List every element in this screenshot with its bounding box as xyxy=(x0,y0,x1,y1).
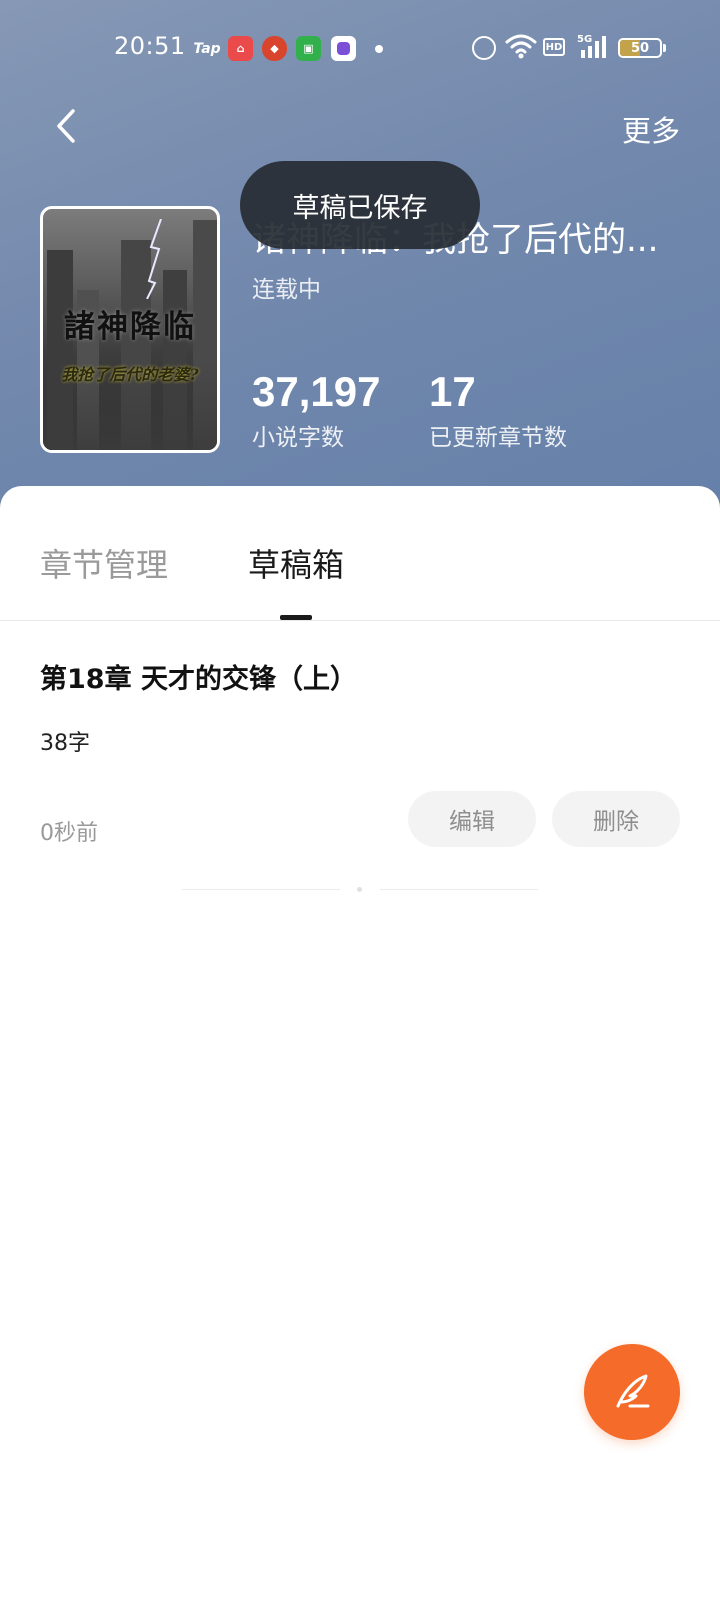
tab-drafts[interactable]: 草稿箱 xyxy=(248,540,344,586)
book-status: 连载中 xyxy=(252,277,321,303)
network-type-label: 5G xyxy=(577,34,592,45)
chapter-count-value: 17 xyxy=(429,368,476,415)
cover-title: 諸神降临 xyxy=(64,309,196,345)
alarm-icon xyxy=(472,36,496,60)
lightning-icon xyxy=(146,219,162,299)
write-chapter-button[interactable] xyxy=(584,1344,680,1440)
chevron-left-icon xyxy=(57,109,75,143)
word-count-stat: 37,197 小说字数 xyxy=(252,368,380,452)
tap-app-icon: Tap xyxy=(193,40,221,57)
battery-cap xyxy=(663,44,666,52)
notification-app-icon: ▣ xyxy=(296,36,321,61)
cover-subtitle: 我抢了后代的老婆? xyxy=(61,365,199,384)
notification-app-icon: ⌂ xyxy=(228,36,253,61)
draft-saved-time: 0秒前 xyxy=(40,821,98,846)
list-end-divider xyxy=(182,889,340,890)
more-notifications-dot-icon xyxy=(375,45,383,53)
book-header: 20:51 Tap ⌂ ◆ ▣ HD 5G 50 更多 諸神降临 我抢了后代的老… xyxy=(0,0,720,520)
more-button[interactable]: 更多 xyxy=(622,108,680,150)
status-time: 20:51 xyxy=(114,32,186,60)
back-button[interactable] xyxy=(44,104,88,148)
chapter-count-stat: 17 已更新章节数 xyxy=(429,368,567,452)
hd-voice-icon: HD xyxy=(543,38,565,56)
draft-word-count: 38字 xyxy=(40,731,90,756)
quill-pen-icon xyxy=(616,1374,650,1408)
signal-icon: 5G xyxy=(577,32,611,66)
list-end-divider xyxy=(380,889,538,890)
wifi-icon xyxy=(505,32,537,64)
toast-draft-saved: 草稿已保存 xyxy=(240,161,480,249)
chapter-count-label: 已更新章节数 xyxy=(429,425,567,451)
status-bar: 20:51 Tap ⌂ ◆ ▣ HD 5G 50 xyxy=(0,28,720,68)
content-panel: 章节管理 草稿箱 第18章 天才的交锋（上） 38字 0秒前 编辑 删除 xyxy=(0,486,720,1608)
delete-button[interactable]: 删除 xyxy=(552,791,680,847)
list-end-dot xyxy=(357,887,362,892)
word-count-value: 37,197 xyxy=(252,368,381,415)
draft-title: 第18章 天才的交锋（上） xyxy=(40,664,357,695)
book-cover[interactable]: 諸神降临 我抢了后代的老婆? xyxy=(40,206,220,453)
notification-app-icon: ◆ xyxy=(262,36,287,61)
battery-level: 50 xyxy=(630,40,650,56)
draft-list-item[interactable]: 第18章 天才的交锋（上） 38字 0秒前 编辑 删除 xyxy=(0,621,720,881)
tab-chapter-management[interactable]: 章节管理 xyxy=(40,540,168,586)
word-count-label: 小说字数 xyxy=(252,425,344,451)
battery-icon: 50 xyxy=(618,38,662,58)
edit-button[interactable]: 编辑 xyxy=(408,791,536,847)
notification-app-icon xyxy=(331,36,356,61)
